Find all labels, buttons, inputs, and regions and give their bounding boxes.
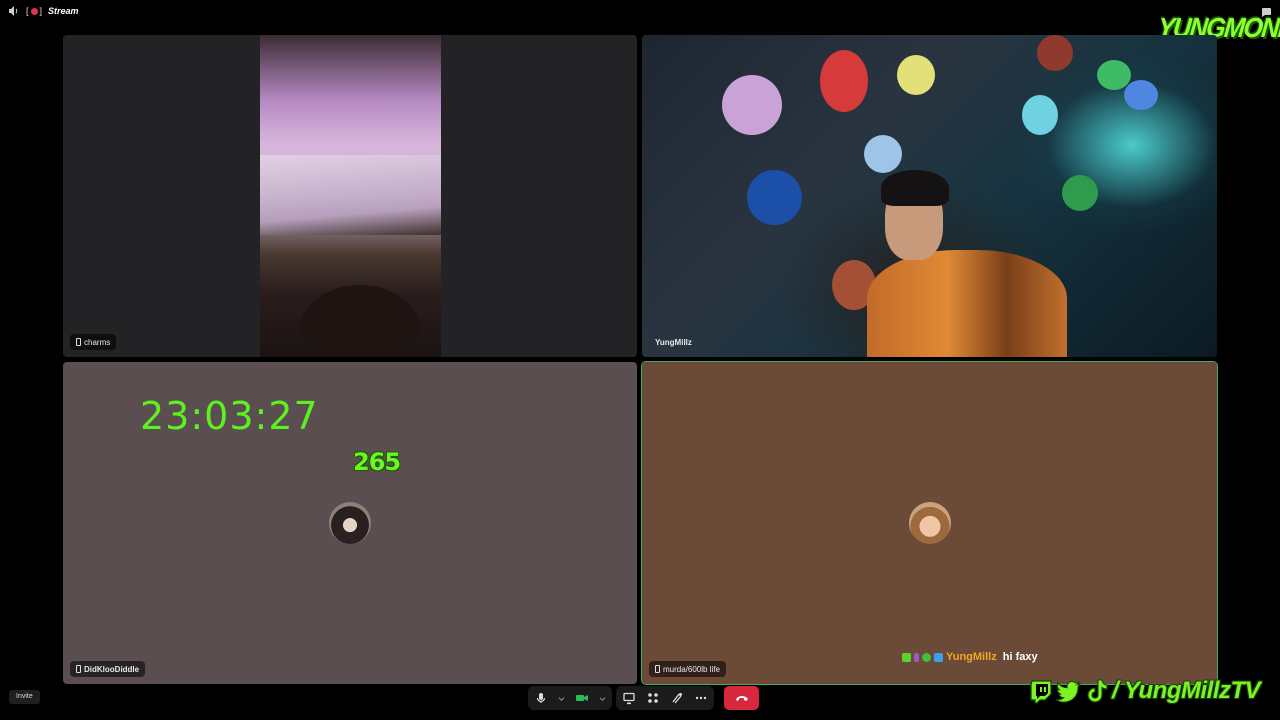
phone-hangup-icon [735,696,748,701]
title-group: [] Stream [8,5,79,17]
hang-up-button[interactable] [724,686,759,710]
microphone-icon[interactable] [534,691,548,705]
camera-icon[interactable] [575,691,589,705]
call-actions [616,686,714,710]
participant-nametag: murda/600lb life [649,661,726,677]
video-tile-yungmillz[interactable]: YungMillz [642,35,1217,357]
chat-username: YungMillz [946,651,997,663]
verified-badge-icon [922,652,931,662]
call-controls [528,686,759,710]
tiktok-icon [1087,679,1108,703]
mobile-icon [76,665,81,673]
twitter-icon [1056,681,1081,703]
chat-message: YungMillz hi faxy [902,651,1038,663]
chat-text: hi faxy [1002,651,1038,663]
diamond-badge-icon [934,652,943,662]
mobile-icon [76,338,81,346]
participant-nametag: DidKlooDiddle [70,661,146,677]
participant-name: DidKlooDiddle [84,664,140,674]
participant-name: YungMillz [655,337,692,347]
participant-name: charms [84,337,111,347]
webcam-feed [642,35,1217,357]
chevron-down-icon[interactable] [599,695,606,702]
activities-icon[interactable] [646,691,660,705]
av-controls [528,686,612,710]
video-tile-charms[interactable]: charms [63,35,637,357]
video-tile-murda[interactable]: YungMillz hi faxy murda/600lb life [641,361,1218,685]
more-options-icon[interactable] [694,691,708,705]
speaker-icon[interactable] [8,5,20,17]
soundboard-icon[interactable] [670,691,684,705]
sub-counter: 265 [353,448,401,476]
screen-share-icon[interactable] [622,691,636,705]
twitch-icon [1030,680,1052,704]
gem-badge-icon [914,652,919,662]
avatar [909,502,951,544]
video-tile-didkloodiddle[interactable]: 23:03:27 265 DidKlooDiddle [63,362,637,684]
invite-button[interactable]: Invite [9,690,40,704]
phone-camera-feed [260,35,441,357]
participant-nametag: charms [70,334,117,350]
streamer [867,170,1067,357]
participant-nametag: YungMillz [649,334,698,350]
window-title: Stream [48,6,79,16]
mobile-icon [655,665,660,673]
participant-name: murda/600lb life [663,664,720,674]
title-bar: [] Stream [0,0,1280,26]
chevron-down-icon[interactable] [558,695,565,702]
record-indicator-icon: [] [26,6,43,16]
stream-timer: 23:03:27 [140,394,319,438]
avatar [329,502,371,544]
social-overlay: / YungMillzTV [1028,677,1261,705]
social-handle: / YungMillzTV [1112,677,1261,704]
kick-badge-icon [902,652,911,662]
